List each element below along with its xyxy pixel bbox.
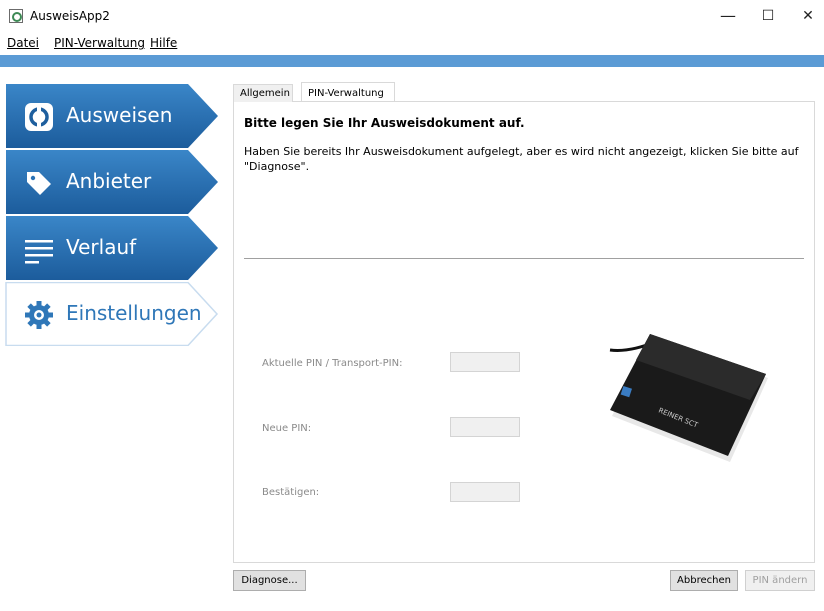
nav-item-ausweisen[interactable]: Ausweisen [0,84,220,148]
card-reader-image: REINER SCT [609,334,768,462]
nav-item-label: Einstellungen [66,301,202,325]
close-button[interactable]: ✕ [792,4,824,28]
menu-pin-verwaltung[interactable]: PIN-Verwaltung [54,36,145,50]
gear-icon [25,301,53,329]
nav-item-label: Ausweisen [66,103,173,127]
app-icon [9,9,23,23]
title-bar: AusweisApp2 — ☐ ✕ [0,0,824,32]
menu-bar: Datei PIN-Verwaltung Hilfe [0,33,824,53]
accent-bar [0,55,824,67]
ausweisen-ring-icon [25,103,53,131]
confirm-pin-input[interactable] [450,482,520,502]
menu-datei[interactable]: Datei [7,36,39,50]
nav-item-verlauf[interactable]: Verlauf [0,216,220,280]
instruction-text: Haben Sie bereits Ihr Ausweisdokument au… [244,145,799,173]
nav-item-anbieter[interactable]: Anbieter [0,150,220,214]
nav-item-einstellungen[interactable]: Einstellungen [0,282,220,346]
nav-item-label: Anbieter [66,169,152,193]
minimize-button[interactable]: — [712,4,744,28]
divider [244,258,804,259]
instruction-heading: Bitte legen Sie Ihr Ausweisdokument auf. [244,116,525,130]
menu-hilfe[interactable]: Hilfe [150,36,177,50]
current-pin-label: Aktuelle PIN / Transport-PIN: [262,358,403,369]
new-pin-input[interactable] [450,417,520,437]
cancel-button[interactable]: Abbrechen [670,570,738,591]
nav-item-label: Verlauf [66,235,137,259]
diagnose-button[interactable]: Diagnose... [233,570,306,591]
window-title: AusweisApp2 [30,9,110,23]
tag-icon [27,172,51,195]
new-pin-label: Neue PIN: [262,423,312,434]
list-lines-icon [25,240,53,264]
tab-allgemein[interactable]: Allgemein [233,84,293,102]
tab-pin-verwaltung[interactable]: PIN-Verwaltung [301,82,395,101]
change-pin-button[interactable]: PIN ändern [745,570,815,591]
current-pin-input[interactable] [450,352,520,372]
maximize-button[interactable]: ☐ [752,4,784,28]
confirm-pin-label: Bestätigen: [262,487,320,498]
